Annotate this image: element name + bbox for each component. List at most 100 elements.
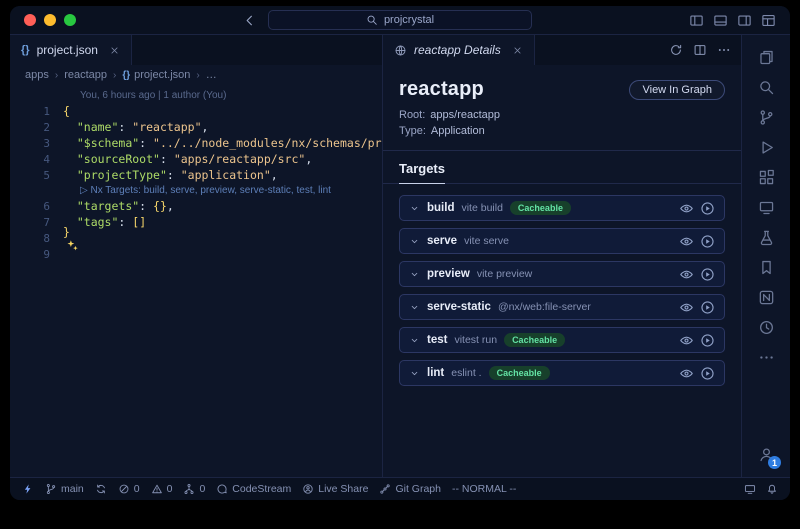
activity-item-account[interactable]: 1: [742, 439, 790, 469]
status-sync-changes[interactable]: [95, 483, 107, 495]
status-remote-indicator[interactable]: [22, 483, 34, 495]
run-target-button[interactable]: [700, 234, 715, 249]
debug-icon: [758, 139, 775, 156]
bookmark-icon: [758, 259, 775, 276]
activity-item-search[interactable]: [742, 72, 790, 102]
tab-reactapp-details[interactable]: reactapp Details: [383, 35, 535, 65]
chevron-down-icon[interactable]: [409, 203, 420, 214]
target-row-preview[interactable]: previewvite preview: [399, 261, 725, 287]
line-number: 3: [10, 137, 63, 150]
chevron-down-icon[interactable]: [409, 302, 420, 313]
breadcrumb-item[interactable]: apps: [25, 69, 49, 81]
chevron-down-icon: [409, 269, 420, 280]
run-target-button[interactable]: [700, 366, 715, 381]
more-button[interactable]: [717, 43, 731, 57]
activity-item-beaker[interactable]: [742, 222, 790, 252]
type-value: Application: [431, 124, 485, 139]
breadcrumb-item[interactable]: …: [206, 69, 217, 81]
activity-item-bookmark[interactable]: [742, 252, 790, 282]
tab-project-json[interactable]: {} project.json: [10, 35, 132, 65]
chevron-down-icon[interactable]: [409, 269, 420, 280]
chevron-down-icon: [409, 335, 420, 346]
chevron-down-icon[interactable]: [409, 335, 420, 346]
remote-icon: [758, 199, 775, 216]
type-label: Type:: [399, 124, 426, 139]
view-target-details-button[interactable]: [679, 234, 694, 249]
activity-item-debug[interactable]: [742, 132, 790, 162]
activity-item-nx[interactable]: [742, 282, 790, 312]
breadcrumb-separator: ›: [55, 70, 58, 81]
status-bar: main000CodeStreamLive ShareGit Graph-- N…: [10, 477, 790, 500]
layout-toggle-button[interactable]: [761, 13, 776, 28]
liveshare-icon: [302, 483, 314, 495]
close-tab-icon[interactable]: [109, 45, 120, 56]
view-target-details-button[interactable]: [679, 267, 694, 282]
view-in-graph-button[interactable]: View In Graph: [629, 80, 725, 100]
target-row-lint[interactable]: linteslint .Cacheable: [399, 360, 725, 386]
split-button[interactable]: [693, 43, 707, 57]
breadcrumb-item[interactable]: {}project.json: [122, 69, 190, 81]
command-center-search[interactable]: projcrystal: [268, 10, 532, 30]
activity-item-source-control[interactable]: [742, 102, 790, 132]
activity-item-extensions[interactable]: [742, 162, 790, 192]
eye-icon: [679, 300, 694, 315]
target-row-serve-static[interactable]: serve-static@nx/web:file-server: [399, 294, 725, 320]
more-icon: [758, 349, 775, 366]
extensions-icon: [758, 169, 775, 186]
panel-left-icon: [689, 13, 704, 28]
refresh-button[interactable]: [669, 43, 683, 57]
code-line[interactable]: 8}: [10, 230, 382, 246]
code-editor[interactable]: You, 6 hours ago | 1 author (You)1{2 "na…: [10, 85, 382, 477]
status-warnings[interactable]: 0: [151, 483, 173, 495]
activity-item-history[interactable]: [742, 312, 790, 342]
target-row-test[interactable]: testvitest runCacheable: [399, 327, 725, 353]
panel-right-toggle-button[interactable]: [737, 13, 752, 28]
panel-bottom-toggle-button[interactable]: [713, 13, 728, 28]
code-line[interactable]: 6 "targets": {},: [10, 198, 382, 214]
status-vim-mode[interactable]: -- NORMAL --: [452, 483, 516, 495]
activity-item-more[interactable]: [742, 342, 790, 372]
zoom-window-button[interactable]: [64, 14, 76, 26]
beaker-icon: [758, 229, 775, 246]
target-row-build[interactable]: buildvite buildCacheable: [399, 195, 725, 221]
code-line[interactable]: 1{: [10, 103, 382, 119]
status-live-share[interactable]: Live Share: [302, 483, 368, 495]
codelens-authors[interactable]: You, 6 hours ago | 1 author (You): [10, 88, 382, 103]
run-target-button[interactable]: [700, 300, 715, 315]
status-notifications[interactable]: [766, 483, 778, 495]
close-window-button[interactable]: [24, 14, 36, 26]
view-target-details-button[interactable]: [679, 366, 694, 381]
status-git-branch[interactable]: main: [45, 483, 84, 495]
chevron-down-icon[interactable]: [409, 368, 420, 379]
nx-project-details-view: reactapp View In Graph Root: apps/reacta…: [383, 65, 741, 477]
code-line[interactable]: 5 "projectType": "application",: [10, 167, 382, 183]
minimize-window-button[interactable]: [44, 14, 56, 26]
code-line[interactable]: 2 "name": "reactapp",: [10, 119, 382, 135]
view-target-details-button[interactable]: [679, 333, 694, 348]
run-target-button[interactable]: [700, 267, 715, 282]
branch-icon: [45, 483, 57, 495]
code-line[interactable]: 4 "sourceRoot": "apps/reactapp/src",: [10, 151, 382, 167]
breadcrumb-item[interactable]: reactapp: [64, 69, 107, 81]
preview-icon: [394, 44, 407, 57]
status-fork-count[interactable]: 0: [183, 483, 205, 495]
run-target-button[interactable]: [700, 201, 715, 216]
chevron-down-icon[interactable]: [409, 236, 420, 247]
status-git-graph[interactable]: Git Graph: [379, 483, 441, 495]
status-screencast[interactable]: [744, 483, 756, 495]
code-line[interactable]: 3 "$schema": "../../node_modules/nx/sche…: [10, 135, 382, 151]
tab-bar-right: reactapp Details: [383, 35, 741, 65]
target-row-serve[interactable]: servevite serve: [399, 228, 725, 254]
panel-left-toggle-button[interactable]: [689, 13, 704, 28]
status-codestream[interactable]: CodeStream: [216, 483, 291, 495]
status-errors[interactable]: 0: [118, 483, 140, 495]
codelens-nx-targets[interactable]: ▷ Nx Targets: build, serve, preview, ser…: [10, 183, 382, 198]
nx-icon: [758, 289, 775, 306]
run-target-button[interactable]: [700, 333, 715, 348]
activity-item-remote[interactable]: [742, 192, 790, 222]
back-button[interactable]: [242, 13, 257, 28]
view-target-details-button[interactable]: [679, 201, 694, 216]
close-tab-icon[interactable]: [512, 45, 523, 56]
activity-item-files[interactable]: [742, 42, 790, 72]
view-target-details-button[interactable]: [679, 300, 694, 315]
